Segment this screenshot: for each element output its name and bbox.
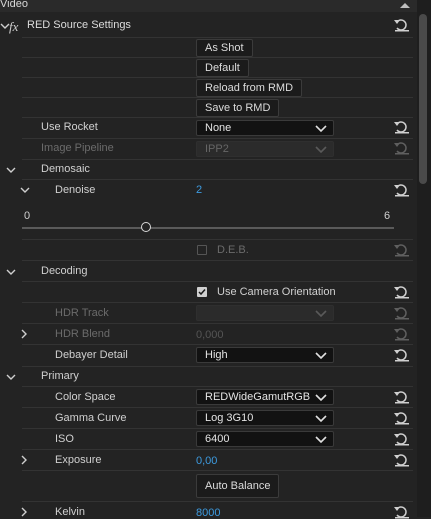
exposure-label: Exposure [55,454,102,466]
divider [22,77,413,78]
reload-from-rmd-button[interactable]: Reload from RMD [196,79,303,97]
reset-arrow-icon [394,142,409,155]
debayer-detail-dropdown[interactable]: High [196,347,334,363]
panel-title: Video [0,0,28,10]
divider [22,57,413,58]
auto-balance-button[interactable]: Auto Balance [196,474,280,498]
color-space-dropdown[interactable]: REDWideGamutRGB [196,389,334,405]
divider [22,281,413,282]
reset-arrow-icon[interactable] [394,18,410,32]
use-camera-orientation-checkbox[interactable] [197,287,207,297]
reset-arrow-icon [394,244,409,257]
divider [22,501,413,502]
effect-name: RED Source Settings [27,19,131,31]
default-button[interactable]: Default [196,59,249,77]
chevron-down-icon[interactable] [6,372,16,382]
divider [22,449,413,450]
divider [22,37,413,38]
gamma-curve-label: Gamma Curve [55,412,127,424]
decoding-group-label: Decoding [41,265,88,277]
reset-arrow-icon[interactable] [394,348,410,362]
save-to-rmd-button[interactable]: Save to RMD [196,99,280,117]
divider [22,407,413,408]
reset-arrow-icon[interactable] [394,183,410,197]
checkmark-icon [198,289,206,296]
divider [22,428,413,429]
divider [22,159,413,160]
reset-arrow-icon[interactable] [394,453,410,467]
image-pipeline-value: IPP2 [205,143,229,155]
use-rocket-dropdown[interactable]: None [196,120,334,136]
divider [22,97,413,98]
deb-checkbox[interactable] [197,245,207,255]
chevron-right-icon[interactable] [19,455,29,465]
hdr-track-dropdown [196,305,334,321]
demosaic-group-label: Demosaic [41,163,90,175]
iso-value: 6400 [205,433,230,445]
reset-arrow-icon[interactable] [394,432,410,446]
divider [22,138,413,139]
use-rocket-label: Use Rocket [41,121,98,133]
color-space-value: REDWideGamutRGB [205,391,311,403]
denoise-slider-track[interactable] [22,227,394,229]
use-rocket-value: None [205,122,232,134]
deb-label: D.E.B. [217,244,249,256]
divider [22,179,413,180]
debayer-detail-label: Debayer Detail [55,349,128,361]
chevron-down-icon [315,415,327,423]
reset-arrow-icon[interactable] [394,411,410,425]
use-camera-orientation-label: Use Camera Orientation [217,286,336,298]
kelvin-value[interactable]: 8000 [196,507,220,519]
chevron-down-icon [315,310,327,318]
gamma-curve-dropdown[interactable]: Log 3G10 [196,410,334,426]
chevron-right-icon[interactable] [19,329,29,339]
reset-arrow-icon[interactable] [394,390,410,404]
iso-dropdown[interactable]: 6400 [196,431,334,447]
as-shot-button[interactable]: As Shot [196,39,253,57]
hdr-track-label: HDR Track [55,307,109,319]
panel-header [0,0,417,12]
image-pipeline-dropdown: IPP2 [196,141,334,157]
divider [22,323,413,324]
divider [22,302,413,303]
divider [22,470,413,471]
slider-max-label: 6 [384,210,391,222]
chevron-right-icon[interactable] [19,507,29,517]
chevron-down-icon[interactable] [6,165,16,175]
primary-group-label: Primary [41,370,79,382]
divider [22,260,413,261]
scrollbar-thumb[interactable] [419,14,427,184]
divider [22,239,413,240]
image-pipeline-label: Image Pipeline [41,142,114,154]
fx-badge[interactable]: fx [9,19,18,35]
caret-up-icon[interactable] [399,1,411,9]
exposure-value[interactable]: 0,00 [196,455,217,467]
denoise-value[interactable]: 2 [196,184,202,196]
chevron-down-icon [315,394,327,402]
hdr-blend-value: 0,000 [196,329,224,341]
divider [22,386,413,387]
divider [22,117,413,118]
reset-arrow-icon [394,328,409,341]
denoise-label: Denoise [55,184,96,196]
gamma-curve-value: Log 3G10 [205,412,254,424]
divider [22,366,413,367]
hdr-blend-label: HDR Blend [55,328,111,340]
chevron-down-icon[interactable] [20,185,30,195]
chevron-down-icon[interactable] [6,267,16,277]
reset-arrow-icon[interactable] [394,285,410,299]
color-space-label: Color Space [55,391,116,403]
reset-arrow-icon[interactable] [394,120,410,134]
divider [22,344,413,345]
iso-label: ISO [55,433,74,445]
debayer-detail-value: High [205,349,228,361]
slider-min-label: 0 [24,210,31,222]
reset-arrow-icon [394,307,409,320]
chevron-down-icon [315,436,327,444]
kelvin-label: Kelvin [55,506,85,518]
chevron-down-icon [315,352,327,360]
chevron-down-icon [315,125,327,133]
denoise-slider-thumb[interactable] [141,222,151,232]
chevron-down-icon [315,146,327,154]
